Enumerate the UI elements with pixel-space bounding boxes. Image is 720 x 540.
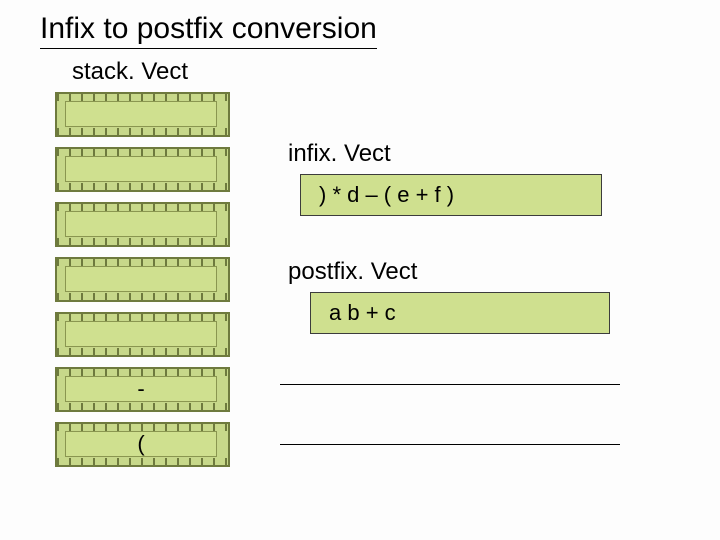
infix-value: ) * d – ( e + f ) [300, 174, 602, 216]
stack-slot [55, 312, 230, 357]
stack-slot: - [55, 367, 230, 412]
postfix-label: postfix. Vect [288, 258, 417, 286]
stack-slot-value: ( [65, 431, 217, 457]
stack-slot-value [65, 211, 217, 237]
stack-slot-value [65, 101, 217, 127]
stack-slot-value: - [65, 376, 217, 402]
stack-slot [55, 147, 230, 192]
stack-slot [55, 257, 230, 302]
postfix-value: a b + c [310, 292, 610, 334]
stack-slot-value [65, 321, 217, 347]
stack-label: stack. Vect [72, 58, 188, 86]
stack-slot [55, 92, 230, 137]
divider [280, 384, 620, 385]
stack-slot: ( [55, 422, 230, 467]
stack-slot-value [65, 266, 217, 292]
stack-container: - ( [55, 92, 230, 477]
divider [280, 444, 620, 445]
page-title: Infix to postfix conversion [40, 12, 377, 49]
infix-label: infix. Vect [288, 140, 391, 168]
stack-slot [55, 202, 230, 247]
stack-slot-value [65, 156, 217, 182]
